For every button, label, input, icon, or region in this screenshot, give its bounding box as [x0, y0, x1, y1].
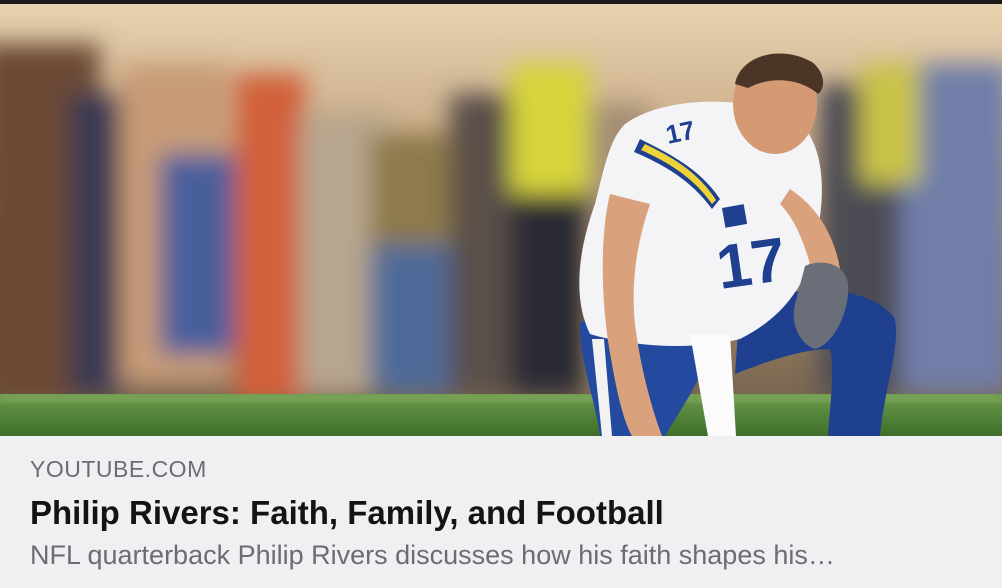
preview-description: NFL quarterback Philip Rivers discusses …	[30, 540, 835, 570]
thumbnail-image[interactable]: 17 17	[0, 4, 1002, 436]
preview-meta[interactable]: YOUTUBE.COM Philip Rivers: Faith, Family…	[0, 436, 1002, 588]
svg-text:17: 17	[663, 115, 698, 150]
link-preview-card[interactable]: 17 17 YOUTUBE.COM Philip Rivers: Faith, …	[0, 0, 1002, 588]
svg-text:17: 17	[712, 225, 790, 303]
source-domain: YOUTUBE.COM	[30, 456, 207, 482]
thumbnail-illustration: 17 17	[0, 4, 1002, 436]
preview-title[interactable]: Philip Rivers: Faith, Family, and Footba…	[30, 494, 664, 532]
